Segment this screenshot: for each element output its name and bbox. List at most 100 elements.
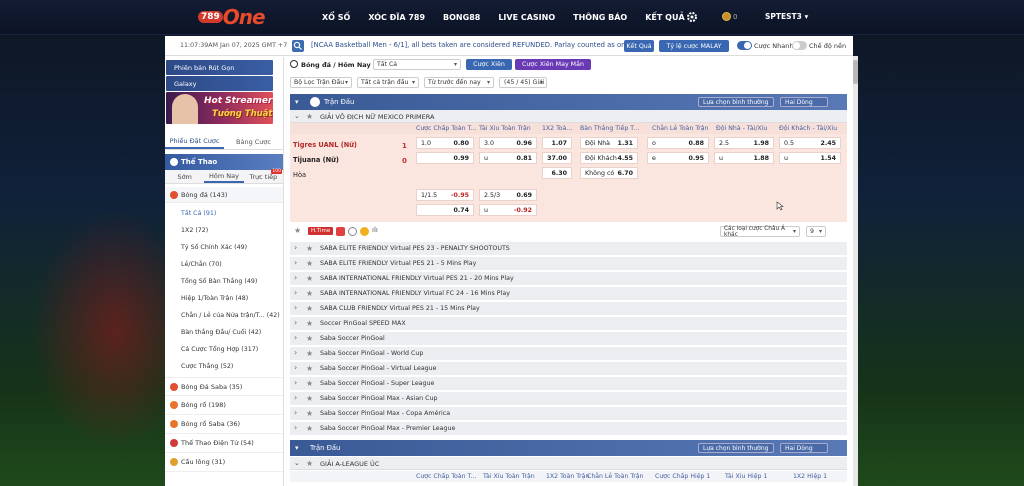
live-stream-icon[interactable] [336,227,345,236]
market-correct-score[interactable]: Tỷ Số Chính Xác (49) [165,239,283,256]
odds-type-select[interactable]: Tỷ lệ cược MALAY [659,40,729,52]
odds-cell[interactable]: Đội Nhà 1.31 [580,137,638,149]
league-row[interactable]: › ★ Saba Soccer PinGoal - Super League [290,377,847,391]
market-1x2[interactable]: 1X2 (72) [165,222,283,239]
league-row[interactable]: › ★ Saba Soccer PinGoal Max - Copa América [290,407,847,421]
tab-live[interactable]: Trực tiếp 100 [244,169,283,183]
league-row[interactable]: › ★ SABA ELITE FRIENDLY Virtual PES 23 - P… [290,242,847,256]
results-button[interactable]: Kết Quả [624,40,654,52]
star-icon[interactable]: ★ [294,226,301,235]
sort-mode-select[interactable]: Lựa chọn bình thường [698,97,774,107]
star-icon[interactable]: ★ [306,394,313,403]
balance[interactable]: 0 [722,12,737,21]
odds-cell[interactable]: 2.5/3 0.69 [479,189,537,201]
tab-today[interactable]: Hôm Nay [204,170,244,183]
nav-item-results[interactable]: KẾT QUẢ [645,13,684,22]
market-half-odd-even[interactable]: Chẵn / Lẻ của Nửa trận/T... (42) [165,307,283,324]
league-row[interactable]: › ★ SABA INTERNATIONAL FRIENDLY Virtual FC… [290,287,847,301]
odds-cell[interactable]: u -0.92 [479,204,537,216]
odds-cell[interactable]: u 0.81 [479,152,537,164]
galaxy-button[interactable]: Galaxy [166,76,273,91]
sport-football[interactable]: Bóng đá (143) [165,187,283,203]
other-bet-types-select[interactable]: Các loại cược Châu Á khác [720,226,800,238]
sport-esports[interactable]: Thể Thao Điện Tử (54) [165,434,283,453]
sport-badminton[interactable]: Cầu lông (31) [165,453,283,472]
quick-bet-toggle[interactable] [737,41,752,50]
star-icon[interactable]: ★ [306,289,313,298]
collapse-icon[interactable]: ▾ [295,444,299,452]
sport-saba-basketball[interactable]: Bóng rổ Saba (36) [165,415,283,434]
odds-cell[interactable]: 1.0 0.80 [416,137,474,149]
league-row[interactable]: › ★ SABA INTERNATIONAL FRIENDLY Virtual PE… [290,272,847,286]
settings-gear-icon[interactable] [686,11,698,23]
market-select[interactable]: Tất Cả [373,59,461,70]
nav-item-live-casino[interactable]: LIVE CASINO [498,13,555,22]
logo[interactable]: 789 One [198,5,266,29]
tab-bet-table[interactable]: Bảng Cược [224,134,283,149]
market-mix-parlay[interactable]: Cá Cược Tổng Hợp (317) [165,341,283,358]
star-icon[interactable]: ★ [306,409,313,418]
more-count-select[interactable]: 9 [806,226,826,237]
star-icon[interactable]: ★ [306,349,313,358]
stats-icon[interactable]: ılı [372,226,378,234]
market-first-last-goal[interactable]: Bàn thắng Đầu/ Cuối (42) [165,324,283,341]
tab-bet-slip[interactable]: Phiếu Đặt Cược [165,134,224,149]
compact-version-button[interactable]: Phiên bản Rút Gọn [166,60,273,75]
market-ht-ft[interactable]: Hiệp 1/Toàn Trận (48) [165,290,283,307]
tab-early[interactable]: Sớm [165,170,204,183]
odds-cell[interactable]: o 0.88 [647,137,709,149]
sort-mode-select[interactable]: Lựa chọn bình thường [698,443,774,453]
nav-item-xocdia[interactable]: XÓC ĐĨA 789 [368,13,425,22]
odds-cell[interactable]: 37.00 [542,152,572,164]
line-mode-select[interactable]: Hai Dòng [780,443,828,453]
coin-icon[interactable] [360,227,369,236]
league-row[interactable]: › ★ Saba Soccer PinGoal - World Cup [290,347,847,361]
collapse-icon[interactable]: ▾ [295,98,299,106]
league-count[interactable]: (45 / 45) Giải [499,77,547,88]
star-icon[interactable]: ★ [306,364,313,373]
league-row[interactable]: › ★ Saba Soccer PinGoal - Virtual League [290,362,847,376]
parlay-button[interactable]: Cược Xiên [466,59,512,70]
star-icon[interactable]: ★ [306,459,313,468]
star-icon[interactable]: ★ [306,379,313,388]
search-button[interactable] [292,40,304,52]
soccer-ball-icon[interactable] [348,227,357,236]
odds-cell[interactable]: Đội Khách 4.55 [580,152,638,164]
league-row[interactable]: › ★ Soccer PinGoal SPEED MAX [290,317,847,331]
sport-basketball[interactable]: Bóng rổ (198) [165,396,283,415]
league-row[interactable]: ⌄ ★ GIẢI VÔ ĐỊCH NỮ MEXICO PRIMERA [290,110,847,123]
account-menu[interactable]: SPTEST3 ▾ [765,12,808,21]
page-scrollbar[interactable] [853,56,858,486]
market-odd-even[interactable]: Lẻ/Chẵn (70) [165,256,283,273]
odds-cell[interactable]: e 0.95 [647,152,709,164]
odds-cell[interactable]: u 1.88 [714,152,774,164]
league-row[interactable]: › ★ SABA ELITE FRIENDLY Virtual PES 21 - 5… [290,257,847,271]
line-mode-select[interactable]: Hai Dòng [780,97,828,107]
league-row[interactable]: › ★ Saba Soccer PinGoal Max - Asian Cup [290,392,847,406]
nav-item-bong88[interactable]: BONG88 [443,13,480,22]
odds-cell[interactable]: 0.5 2.45 [779,137,841,149]
odds-cell[interactable]: 1/1.5 -0.95 [416,189,474,201]
announcement-marquee[interactable]: [NCAA Basketball Men - 6/1], all bets ta… [311,41,644,49]
odds-cell[interactable]: 2.5 1.98 [714,137,774,149]
nav-item-notifications[interactable]: THÔNG BÁO [573,13,627,22]
league-row[interactable]: ⌄ ★ GIẢI A-LEAGUE ÚC [290,457,847,470]
nav-item-lottery[interactable]: XỔ SỐ [322,13,350,22]
odds-cell[interactable]: 0.99 [416,152,474,164]
star-icon[interactable]: ★ [306,304,313,313]
odds-cell[interactable]: 3.0 0.96 [479,137,537,149]
league-row[interactable]: › ★ Saba Soccer PinGoal [290,332,847,346]
dark-mode-toggle[interactable] [792,41,807,50]
star-icon[interactable]: ★ [306,319,313,328]
league-row[interactable]: › ★ SABA CLUB FRIENDLY Virtual PES 21 - 15… [290,302,847,316]
sports-header[interactable]: Thể Thao [165,154,283,170]
odds-cell[interactable]: Không có 6.70 [580,167,638,179]
star-icon[interactable]: ★ [306,259,313,268]
odds-cell[interactable]: 1.07 [542,137,572,149]
odds-cell[interactable]: 0.74 [416,204,474,216]
market-all[interactable]: Tất Cả (91) [165,205,283,222]
star-icon[interactable]: ★ [306,274,313,283]
market-outright[interactable]: Cược Thắng (52) [165,358,283,375]
star-icon[interactable]: ★ [306,112,313,121]
star-icon[interactable]: ★ [306,424,313,433]
